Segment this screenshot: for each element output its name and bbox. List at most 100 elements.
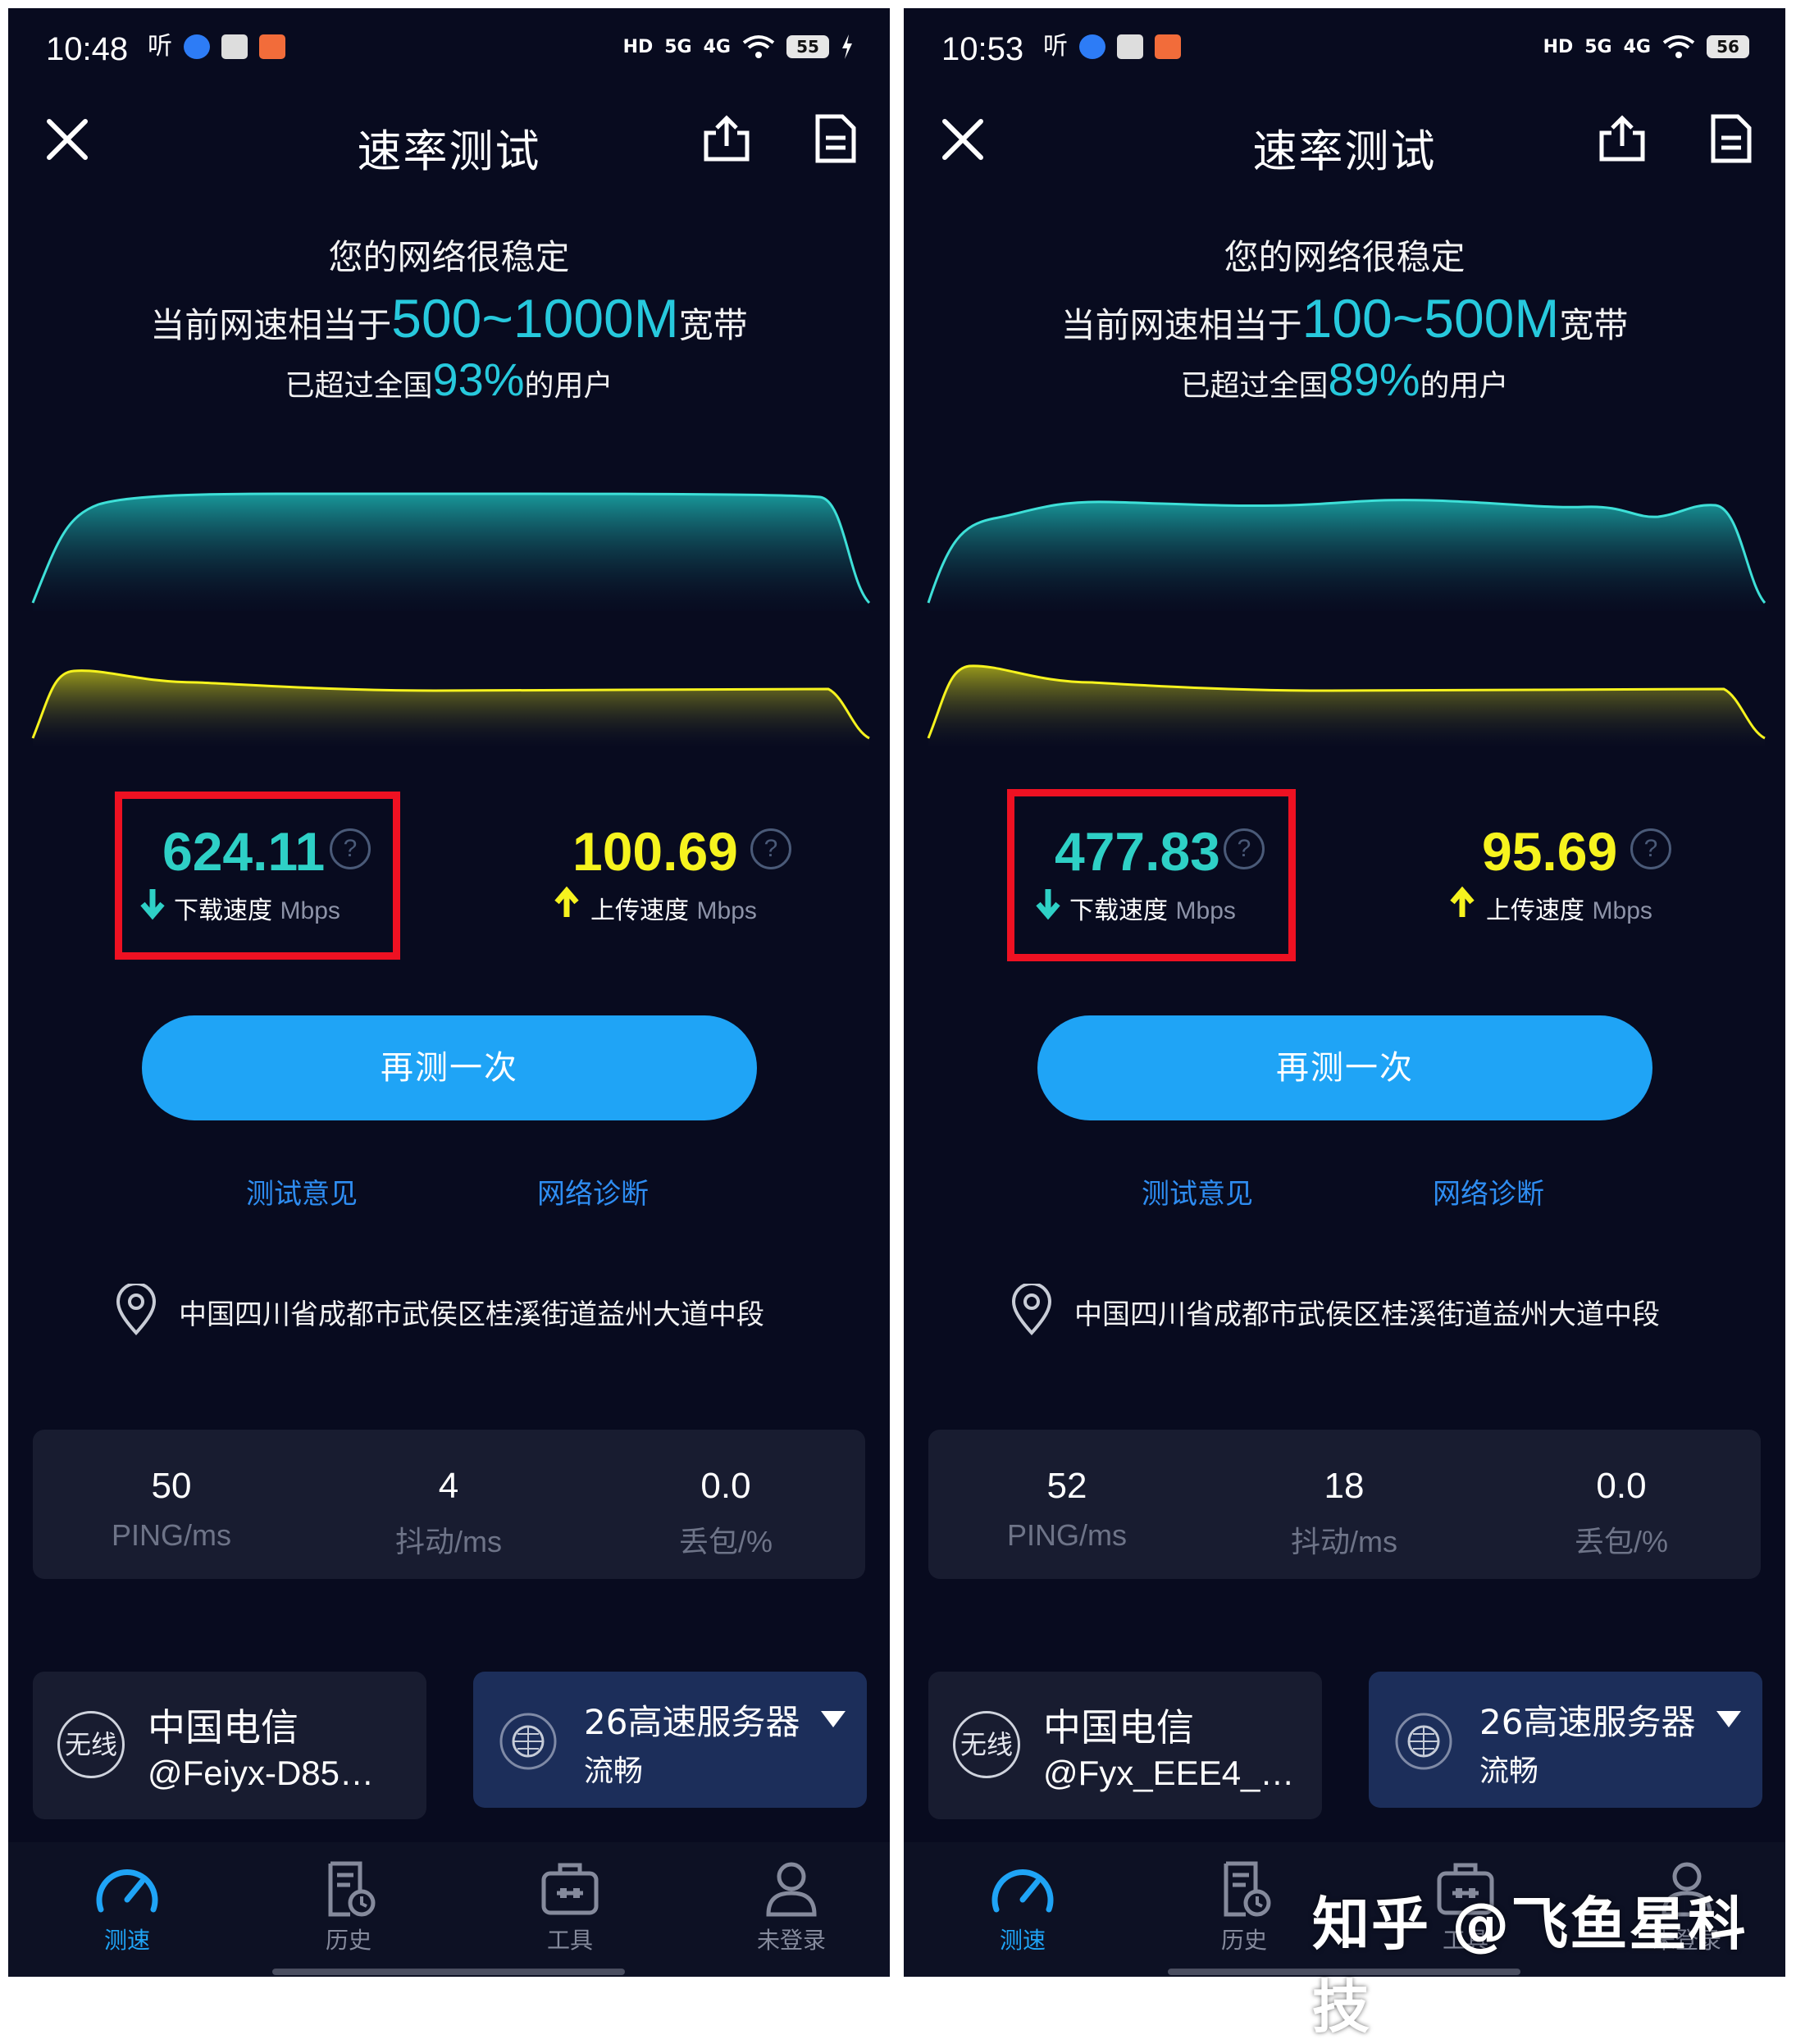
carrier-name: 中国电信 — [148, 1705, 299, 1750]
upload-help-icon[interactable]: ? — [750, 828, 791, 869]
history-icon — [328, 1861, 376, 1917]
speedometer-icon — [96, 1869, 158, 1913]
stat-packet-loss: 0.0 丢包/% — [678, 1466, 773, 1558]
download-speed-value: 477.83 — [1055, 821, 1220, 882]
signal-4g-icon: 4G — [703, 36, 731, 57]
app-glyph: 听 — [1043, 32, 1068, 61]
upload-speed-value: 95.69 — [1482, 821, 1618, 882]
download-label: 下载速度 — [174, 897, 272, 925]
watermark: 知乎 @飞鱼星科技 — [1312, 1891, 1748, 2041]
upload-help-icon[interactable]: ? — [1630, 828, 1671, 869]
phone-screen-right: 10:53 听 HD 5G 4G 56 速率测试 您的网络很稳定 当前网速相当于… — [904, 8, 1785, 1977]
globe-icon — [499, 1713, 557, 1770]
percentile-message: 已超过全国89%的用户 — [1180, 354, 1509, 405]
location-pin-icon — [116, 1284, 157, 1335]
chevron-down-icon — [1716, 1711, 1741, 1727]
wifi-ssid: @Feiyx-D85… — [148, 1754, 375, 1792]
phone-screen-left: 10:48 听 HD 5G 4G 55 速率测试 您的网络很稳定 当前网速相当于… — [8, 8, 890, 1977]
upload-speed-value: 100.69 — [572, 821, 738, 882]
percentile-value: 93% — [432, 354, 525, 405]
server-status: 流畅 — [1479, 1754, 1539, 1788]
percentile-message: 已超过全国93%的用户 — [285, 354, 613, 405]
report-icon[interactable] — [809, 113, 860, 164]
signal-5g-icon: 5G — [1584, 36, 1612, 57]
page-title: 速率测试 — [357, 125, 541, 177]
home-indicator[interactable] — [272, 1969, 625, 1975]
tab-history[interactable]: 历史 — [291, 1860, 406, 1967]
bottom-tab-bar: 测速 历史 工具 未登录 — [8, 1842, 890, 1977]
retest-button[interactable]: 再测一次 — [142, 1015, 757, 1120]
location-text: 中国四川省成都市武侯区桂溪街道益州大道中段 — [179, 1298, 764, 1331]
download-label: 下载速度 — [1069, 897, 1168, 925]
tab-speedtest[interactable]: 测速 — [965, 1860, 1080, 1967]
carrier-card[interactable]: 无线 中国电信 @Feiyx-D85… — [33, 1672, 426, 1819]
page-title: 速率测试 — [1252, 125, 1437, 177]
server-selector[interactable]: 26高速服务器 流畅 — [1369, 1672, 1762, 1808]
download-arrow-icon — [140, 889, 165, 920]
battery-icon: 56 — [1707, 35, 1749, 58]
stat-jitter: 4 抖动/ms — [395, 1466, 502, 1558]
upload-arrow-icon — [554, 886, 579, 917]
feedback-link[interactable]: 测试意见 — [246, 1171, 358, 1211]
stat-ping: 52 PING/ms — [1006, 1466, 1127, 1552]
bandwidth-range: 100~500M — [1301, 288, 1560, 349]
diagnose-link[interactable]: 网络诊断 — [537, 1171, 649, 1211]
speed-waveform-chart — [31, 492, 871, 746]
retest-button[interactable]: 再测一次 — [1037, 1015, 1652, 1120]
browser-icon — [1079, 34, 1105, 59]
stat-packet-loss: 0.0 丢包/% — [1574, 1466, 1668, 1558]
location-text: 中国四川省成都市武侯区桂溪街道益州大道中段 — [1074, 1298, 1660, 1331]
signal-5g-icon: 5G — [664, 36, 692, 57]
download-wave-area — [33, 494, 869, 611]
status-bar: 10:48 听 HD 5G 4G 55 — [8, 8, 890, 90]
upload-wave-area — [928, 665, 1765, 746]
percentile-value: 89% — [1328, 354, 1420, 405]
upload-label: 上传速度 — [590, 897, 689, 925]
upload-unit: Mbps — [696, 897, 757, 924]
server-selector[interactable]: 26高速服务器 流畅 — [473, 1672, 867, 1808]
hd-icon: HD — [622, 36, 654, 57]
carrier-card[interactable]: 无线 中国电信 @Fyx_EEE4_… — [928, 1672, 1322, 1819]
tab-history[interactable]: 历史 — [1187, 1860, 1301, 1967]
report-icon[interactable] — [1705, 113, 1756, 164]
share-icon[interactable] — [1597, 113, 1648, 164]
server-status: 流畅 — [584, 1754, 644, 1788]
download-unit: Mbps — [1175, 897, 1236, 924]
tab-account[interactable]: 未登录 — [734, 1860, 849, 1967]
upload-arrow-icon — [1450, 886, 1475, 917]
upload-wave-area — [33, 670, 869, 746]
wifi-badge: 无线 — [953, 1711, 1020, 1778]
diagnose-link[interactable]: 网络诊断 — [1433, 1171, 1544, 1211]
speed-waveform-chart — [927, 499, 1766, 746]
wifi-ssid: @Fyx_EEE4_… — [1043, 1754, 1295, 1792]
signal-4g-icon: 4G — [1623, 36, 1651, 57]
server-name: 26高速服务器 — [584, 1702, 800, 1742]
toolbox-icon — [541, 1863, 599, 1915]
app-glyph: 听 — [148, 32, 172, 61]
network-stats-panel: 50 PING/ms 4 抖动/ms 0.0 丢包/% — [33, 1430, 865, 1579]
tab-tools[interactable]: 工具 — [513, 1860, 627, 1967]
history-icon — [1224, 1861, 1271, 1917]
download-wave-area — [928, 500, 1765, 611]
stability-message: 您的网络很稳定 — [1224, 237, 1466, 277]
feedback-link[interactable]: 测试意见 — [1142, 1171, 1253, 1211]
hd-icon: HD — [1543, 36, 1574, 57]
download-help-icon[interactable]: ? — [1224, 828, 1265, 869]
status-bar: 10:53 听 HD 5G 4G 56 — [904, 8, 1785, 90]
carrier-name: 中国电信 — [1043, 1705, 1194, 1750]
stat-jitter: 18 抖动/ms — [1291, 1466, 1397, 1558]
bandwidth-equivalent: 当前网速相当于500~1000M宽带 — [150, 288, 748, 349]
server-name: 26高速服务器 — [1479, 1702, 1696, 1742]
wifi-badge: 无线 — [57, 1711, 125, 1778]
location-pin-icon — [1011, 1284, 1052, 1335]
shopping-icon — [1155, 34, 1181, 59]
browser-icon — [184, 34, 210, 59]
stability-message: 您的网络很稳定 — [328, 237, 570, 277]
wifi-icon — [1662, 35, 1695, 58]
charging-icon — [842, 34, 852, 59]
share-icon[interactable] — [701, 113, 752, 164]
status-time: 10:53 — [941, 31, 1024, 67]
download-help-icon[interactable]: ? — [330, 828, 371, 869]
tab-speedtest[interactable]: 测速 — [70, 1860, 185, 1967]
user-icon — [766, 1862, 817, 1917]
